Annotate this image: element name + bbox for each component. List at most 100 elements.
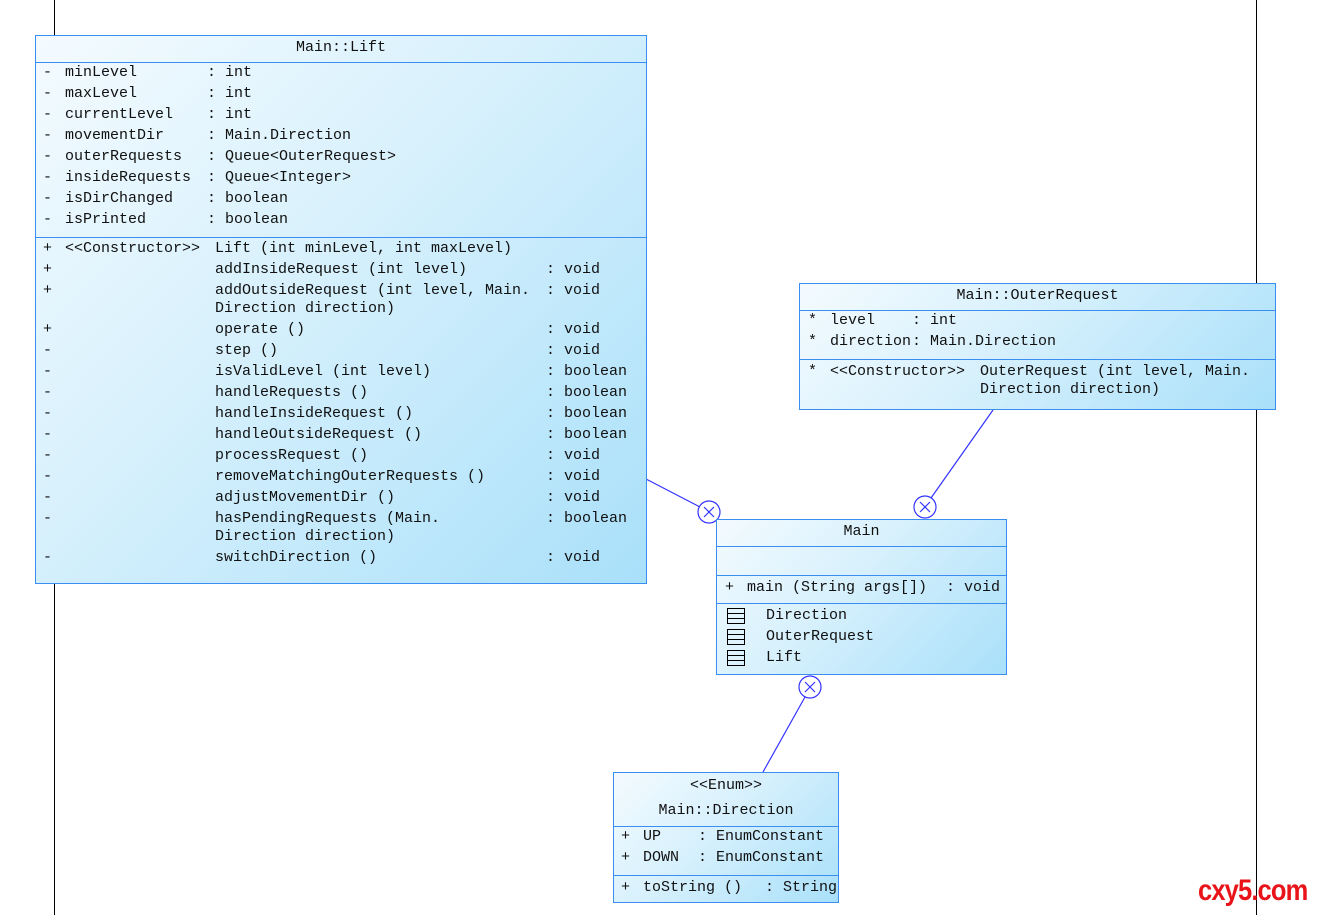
method-signature: removeMatchingOuterRequests () bbox=[215, 468, 486, 485]
visibility: - bbox=[43, 468, 53, 485]
visibility: - bbox=[43, 549, 53, 566]
attribute-row[interactable]: + DOWN: EnumConstant bbox=[614, 849, 838, 870]
visibility: * bbox=[808, 333, 818, 350]
method-row[interactable]: + operate (): void bbox=[36, 321, 646, 342]
visibility: - bbox=[43, 64, 53, 81]
method-row[interactable]: - adjustMovementDir (): void bbox=[36, 489, 646, 510]
nested-class-name: Direction bbox=[766, 607, 848, 624]
method-name: toString () bbox=[643, 879, 743, 896]
attribute-row[interactable]: - minLevel: int bbox=[36, 64, 646, 85]
nesting-circle-icon bbox=[913, 495, 937, 519]
attribute-row[interactable]: - movementDir: Main.Direction bbox=[36, 127, 646, 148]
attribute-type: : int bbox=[207, 64, 253, 81]
nested-class-name: OuterRequest bbox=[766, 628, 875, 645]
visibility: + bbox=[621, 849, 631, 866]
method-row[interactable]: - removeMatchingOuterRequests (): void bbox=[36, 468, 646, 489]
stereotype bbox=[65, 510, 215, 546]
return-type: : void bbox=[546, 282, 601, 299]
attribute-row[interactable]: - isPrinted: boolean bbox=[36, 211, 646, 232]
link-lift-main bbox=[645, 478, 701, 508]
nested-class-row[interactable]: Lift bbox=[717, 649, 1006, 670]
nested-class-icon bbox=[727, 608, 745, 624]
stereotype bbox=[65, 447, 215, 465]
visibility: - bbox=[43, 363, 53, 380]
attribute-row[interactable]: - currentLevel: int bbox=[36, 106, 646, 127]
method-name: main (String args[]) bbox=[747, 579, 928, 596]
visibility: + bbox=[43, 282, 53, 299]
return-type: : void bbox=[546, 342, 601, 359]
stereotype bbox=[65, 405, 215, 423]
stereotype bbox=[65, 261, 215, 279]
method-row[interactable]: - handleOutsideRequest (): boolean bbox=[36, 426, 646, 447]
attribute-row[interactable]: + UP: EnumConstant bbox=[614, 828, 838, 849]
method-row[interactable]: - step (): void bbox=[36, 342, 646, 363]
attribute-row[interactable]: - maxLevel: int bbox=[36, 85, 646, 106]
link-direction-main bbox=[762, 696, 806, 773]
stereotype bbox=[65, 384, 215, 402]
attribute-row[interactable]: - insideRequests: Queue<Integer> bbox=[36, 169, 646, 190]
stereotype bbox=[65, 342, 215, 360]
visibility: + bbox=[43, 261, 53, 278]
return-type: : void bbox=[546, 489, 601, 506]
attribute-row[interactable]: * direction: Main.Direction bbox=[800, 333, 1275, 354]
method-row[interactable]: - handleInsideRequest (): boolean bbox=[36, 405, 646, 426]
stereotype bbox=[65, 489, 215, 507]
class-lift[interactable]: Main::Lift - minLevel: int - maxLevel: int -… bbox=[35, 35, 647, 584]
visibility: + bbox=[621, 828, 631, 845]
visibility: - bbox=[43, 426, 53, 443]
method-row[interactable]: + <<Constructor>> Lift (int minLevel, int … bbox=[36, 240, 646, 261]
attribute-name: isPrinted bbox=[65, 211, 147, 228]
stereotype: <<Enum>> bbox=[689, 777, 762, 794]
method-row[interactable]: - processRequest (): void bbox=[36, 447, 646, 468]
method-row[interactable]: - isValidLevel (int level): boolean bbox=[36, 363, 646, 384]
nesting-circle-icon bbox=[798, 675, 822, 699]
class-outer-request[interactable]: Main::OuterRequest * level: int * direction… bbox=[799, 283, 1276, 410]
method-signature: operate () bbox=[215, 321, 306, 338]
visibility: + bbox=[43, 321, 53, 338]
return-type: : String bbox=[765, 879, 838, 896]
method-signature: Lift (int minLevel, int maxLevel) bbox=[215, 240, 513, 257]
attribute-type: : int bbox=[207, 85, 253, 102]
visibility: * bbox=[808, 363, 818, 380]
methods-section: + <<Constructor>> Lift (int minLevel, int … bbox=[36, 238, 646, 572]
nested-class-row[interactable]: Direction bbox=[717, 607, 1006, 628]
attribute-name: movementDir bbox=[65, 127, 165, 144]
method-row[interactable]: - switchDirection (): void bbox=[36, 549, 646, 570]
return-type: : boolean bbox=[546, 384, 628, 401]
attributes-section bbox=[717, 547, 1006, 576]
method-signature: handleOutsideRequest () bbox=[215, 426, 423, 443]
visibility: * bbox=[808, 312, 818, 329]
class-main[interactable]: Main + main (String args[]): void Directi… bbox=[716, 519, 1007, 675]
method-row[interactable]: - hasPendingRequests (Main. Direction dir… bbox=[36, 510, 646, 549]
attribute-name: direction bbox=[830, 333, 912, 350]
visibility: - bbox=[43, 127, 53, 144]
method-signature: handleInsideRequest () bbox=[215, 405, 414, 422]
attribute-name: DOWN bbox=[643, 849, 680, 866]
method-row[interactable]: + addOutsideRequest (int level, Main. Dir… bbox=[36, 282, 646, 321]
class-header: <<Enum>> Main::Direction bbox=[614, 773, 838, 827]
nested-class-row[interactable]: OuterRequest bbox=[717, 628, 1006, 649]
class-direction[interactable]: <<Enum>> Main::Direction + UP: EnumConsta… bbox=[613, 772, 839, 903]
attribute-type: : int bbox=[912, 312, 958, 329]
nested-class-icon bbox=[727, 650, 745, 666]
visibility: - bbox=[43, 384, 53, 401]
stereotype bbox=[65, 282, 215, 318]
visibility: - bbox=[43, 510, 53, 527]
attribute-name: insideRequests bbox=[65, 169, 192, 186]
attribute-type: : Queue<OuterRequest> bbox=[207, 148, 397, 165]
visibility: + bbox=[725, 579, 735, 596]
return-type: : void bbox=[546, 549, 601, 566]
attribute-name: level bbox=[830, 312, 876, 329]
method-row[interactable]: + addInsideRequest (int level): void bbox=[36, 261, 646, 282]
attribute-row[interactable]: * level : int bbox=[800, 312, 1275, 333]
stereotype: <<Constructor>> bbox=[65, 240, 201, 257]
attribute-row[interactable]: - isDirChanged: boolean bbox=[36, 190, 646, 211]
method-row[interactable]: - handleRequests () : boolean bbox=[36, 384, 646, 405]
method-row[interactable]: * <<Constructor>> OuterRequest (int level,… bbox=[800, 363, 1275, 402]
attributes-section: + UP: EnumConstant + DOWN: EnumConstant bbox=[614, 827, 838, 876]
method-signature: handleRequests () bbox=[215, 384, 369, 401]
visibility: - bbox=[43, 447, 53, 464]
attribute-row[interactable]: - outerRequests: Queue<OuterRequest> bbox=[36, 148, 646, 169]
return-type: : boolean bbox=[546, 363, 628, 380]
visibility: - bbox=[43, 211, 53, 228]
